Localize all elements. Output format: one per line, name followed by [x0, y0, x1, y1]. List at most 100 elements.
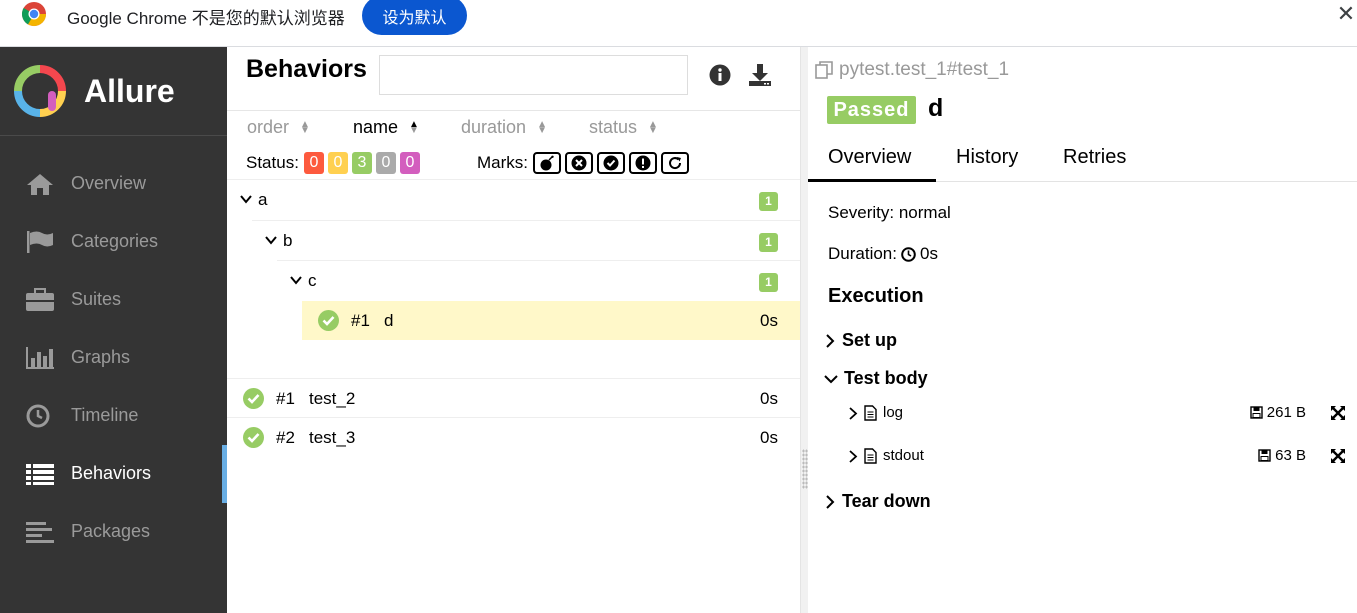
clock-icon: [901, 246, 916, 262]
panel-title: Behaviors: [246, 55, 367, 83]
status-unknown-toggle[interactable]: 0: [399, 152, 420, 174]
sort-label: order: [247, 117, 290, 137]
status-passed-toggle[interactable]: 3: [351, 152, 372, 174]
detail-tabs: Overview History Retries: [807, 139, 1357, 182]
status-failed-toggle[interactable]: 0: [303, 152, 324, 174]
flag-icon: [27, 231, 53, 253]
clock-icon: [26, 404, 50, 428]
passed-count-badge: 1: [759, 273, 778, 292]
chevron-down-icon: [240, 195, 252, 204]
tab-overview[interactable]: Overview: [807, 146, 937, 182]
status-broken-toggle[interactable]: 0: [327, 152, 348, 174]
test-number: #1: [276, 389, 295, 408]
sidebar-item-suites[interactable]: Suites: [0, 271, 227, 329]
sidebar-item-label: Graphs: [71, 347, 131, 367]
attachment-size: 261 B: [1250, 404, 1306, 421]
close-icon[interactable]: ✕: [1336, 2, 1356, 26]
sort-duration[interactable]: duration ▲ ▼: [461, 117, 547, 138]
set-default-button[interactable]: 设为默认: [362, 0, 467, 35]
info-icon[interactable]: [709, 64, 731, 86]
duration-label: Duration:: [828, 244, 897, 263]
search-input[interactable]: [379, 55, 688, 95]
attachment-row[interactable]: log 261 B: [848, 402, 1348, 426]
sort-arrows-icon: ▲ ▼: [537, 118, 547, 136]
sidebar-item-behaviors[interactable]: Behaviors: [0, 445, 227, 503]
passed-count-badge: 1: [759, 233, 778, 252]
mark-flaky-toggle[interactable]: [533, 152, 561, 174]
tree-group-a[interactable]: a 1: [227, 180, 800, 220]
save-icon: [1250, 406, 1263, 419]
test-duration: 0s: [760, 311, 778, 330]
exclamation-icon: [635, 155, 651, 171]
sort-name[interactable]: name ▲ ▼: [353, 117, 419, 138]
test-row[interactable]: #2 test_3 0s: [227, 418, 800, 457]
attachment-size: 63 B: [1258, 447, 1306, 464]
test-body-label: Test body: [844, 368, 928, 388]
test-number: #2: [276, 428, 295, 447]
setup-section[interactable]: Set up: [824, 330, 897, 351]
expand-icon[interactable]: [1330, 448, 1346, 464]
duration-field: Duration: 0s: [828, 244, 938, 264]
sidebar-item-overview[interactable]: Overview: [0, 155, 227, 213]
setup-label: Set up: [842, 330, 898, 350]
chevron-down-icon: [265, 236, 277, 245]
attachment-name: log: [883, 404, 904, 421]
status-skipped-toggle[interactable]: 0: [375, 152, 396, 174]
sort-arrows-icon: ▲ ▼: [409, 118, 419, 136]
tab-history[interactable]: History: [956, 146, 1018, 169]
sidebar-item-timeline[interactable]: Timeline: [0, 387, 227, 445]
copy-icon[interactable]: [815, 61, 833, 79]
passed-check-icon: [243, 388, 264, 409]
save-icon: [1258, 449, 1271, 462]
test-body-section[interactable]: Test body: [824, 368, 928, 389]
chevron-down-icon: [290, 276, 302, 285]
test-row-selected[interactable]: #1 d 0s: [302, 301, 800, 340]
mark-new-passed-toggle[interactable]: [597, 152, 625, 174]
chevron-right-icon: [849, 450, 858, 463]
passed-count-badge: 1: [759, 192, 778, 211]
test-name: d: [384, 311, 394, 330]
sort-status[interactable]: status ▲ ▼: [589, 117, 658, 138]
align-left-icon: [26, 522, 54, 543]
tab-retries[interactable]: Retries: [1063, 146, 1126, 169]
mark-new-failed-toggle[interactable]: [565, 152, 593, 174]
group-label: c: [308, 271, 317, 290]
tree-group-b[interactable]: b 1: [227, 221, 800, 261]
test-path[interactable]: pytest.test_1#test_1: [815, 59, 1009, 81]
status-label: Status:: [246, 153, 299, 172]
sidebar-item-label: Behaviors: [71, 463, 152, 483]
test-name: test_2: [309, 389, 356, 408]
file-icon: [864, 448, 877, 464]
execution-heading: Execution: [828, 285, 924, 307]
sidebar-item-graphs[interactable]: Graphs: [0, 329, 227, 387]
status-badge: Passed: [827, 96, 916, 124]
sort-order[interactable]: order ▲ ▼: [247, 117, 310, 138]
sidebar-item-categories[interactable]: Categories: [0, 213, 227, 271]
mark-retries-toggle[interactable]: [661, 152, 689, 174]
pane-splitter[interactable]: [800, 47, 808, 613]
sidebar-item-label: Suites: [71, 289, 122, 309]
attachment-size-text: 261 B: [1266, 404, 1306, 421]
test-path-text: pytest.test_1#test_1: [839, 59, 1010, 80]
sidebar-item-packages[interactable]: Packages: [0, 503, 227, 561]
tree-group-c[interactable]: c 1: [227, 261, 800, 301]
test-row[interactable]: #1 test_2 0s: [227, 379, 800, 418]
briefcase-icon: [26, 288, 54, 311]
mark-new-broken-toggle[interactable]: [629, 152, 657, 174]
sort-label: duration: [461, 117, 527, 137]
attachment-row[interactable]: stdout 63 B: [848, 445, 1348, 469]
bar-chart-icon: [26, 347, 54, 369]
expand-icon[interactable]: [1330, 405, 1346, 421]
marks-label: Marks:: [477, 153, 528, 172]
duration-value: 0s: [919, 244, 938, 263]
download-icon[interactable]: [747, 62, 773, 88]
test-detail-panel: pytest.test_1#test_1 Passed d Overview H…: [807, 47, 1357, 613]
teardown-section[interactable]: Tear down: [824, 491, 931, 512]
test-number: #1: [351, 311, 370, 330]
brand[interactable]: Allure: [0, 47, 227, 136]
chevron-down-icon: [824, 374, 838, 383]
passed-check-icon: [243, 427, 264, 448]
teardown-label: Tear down: [842, 491, 931, 511]
behaviors-panel: Behaviors order ▲ ▼ name ▲ ▼ duration ▲ ▼ stat…: [227, 47, 800, 613]
test-title: d: [928, 94, 944, 122]
